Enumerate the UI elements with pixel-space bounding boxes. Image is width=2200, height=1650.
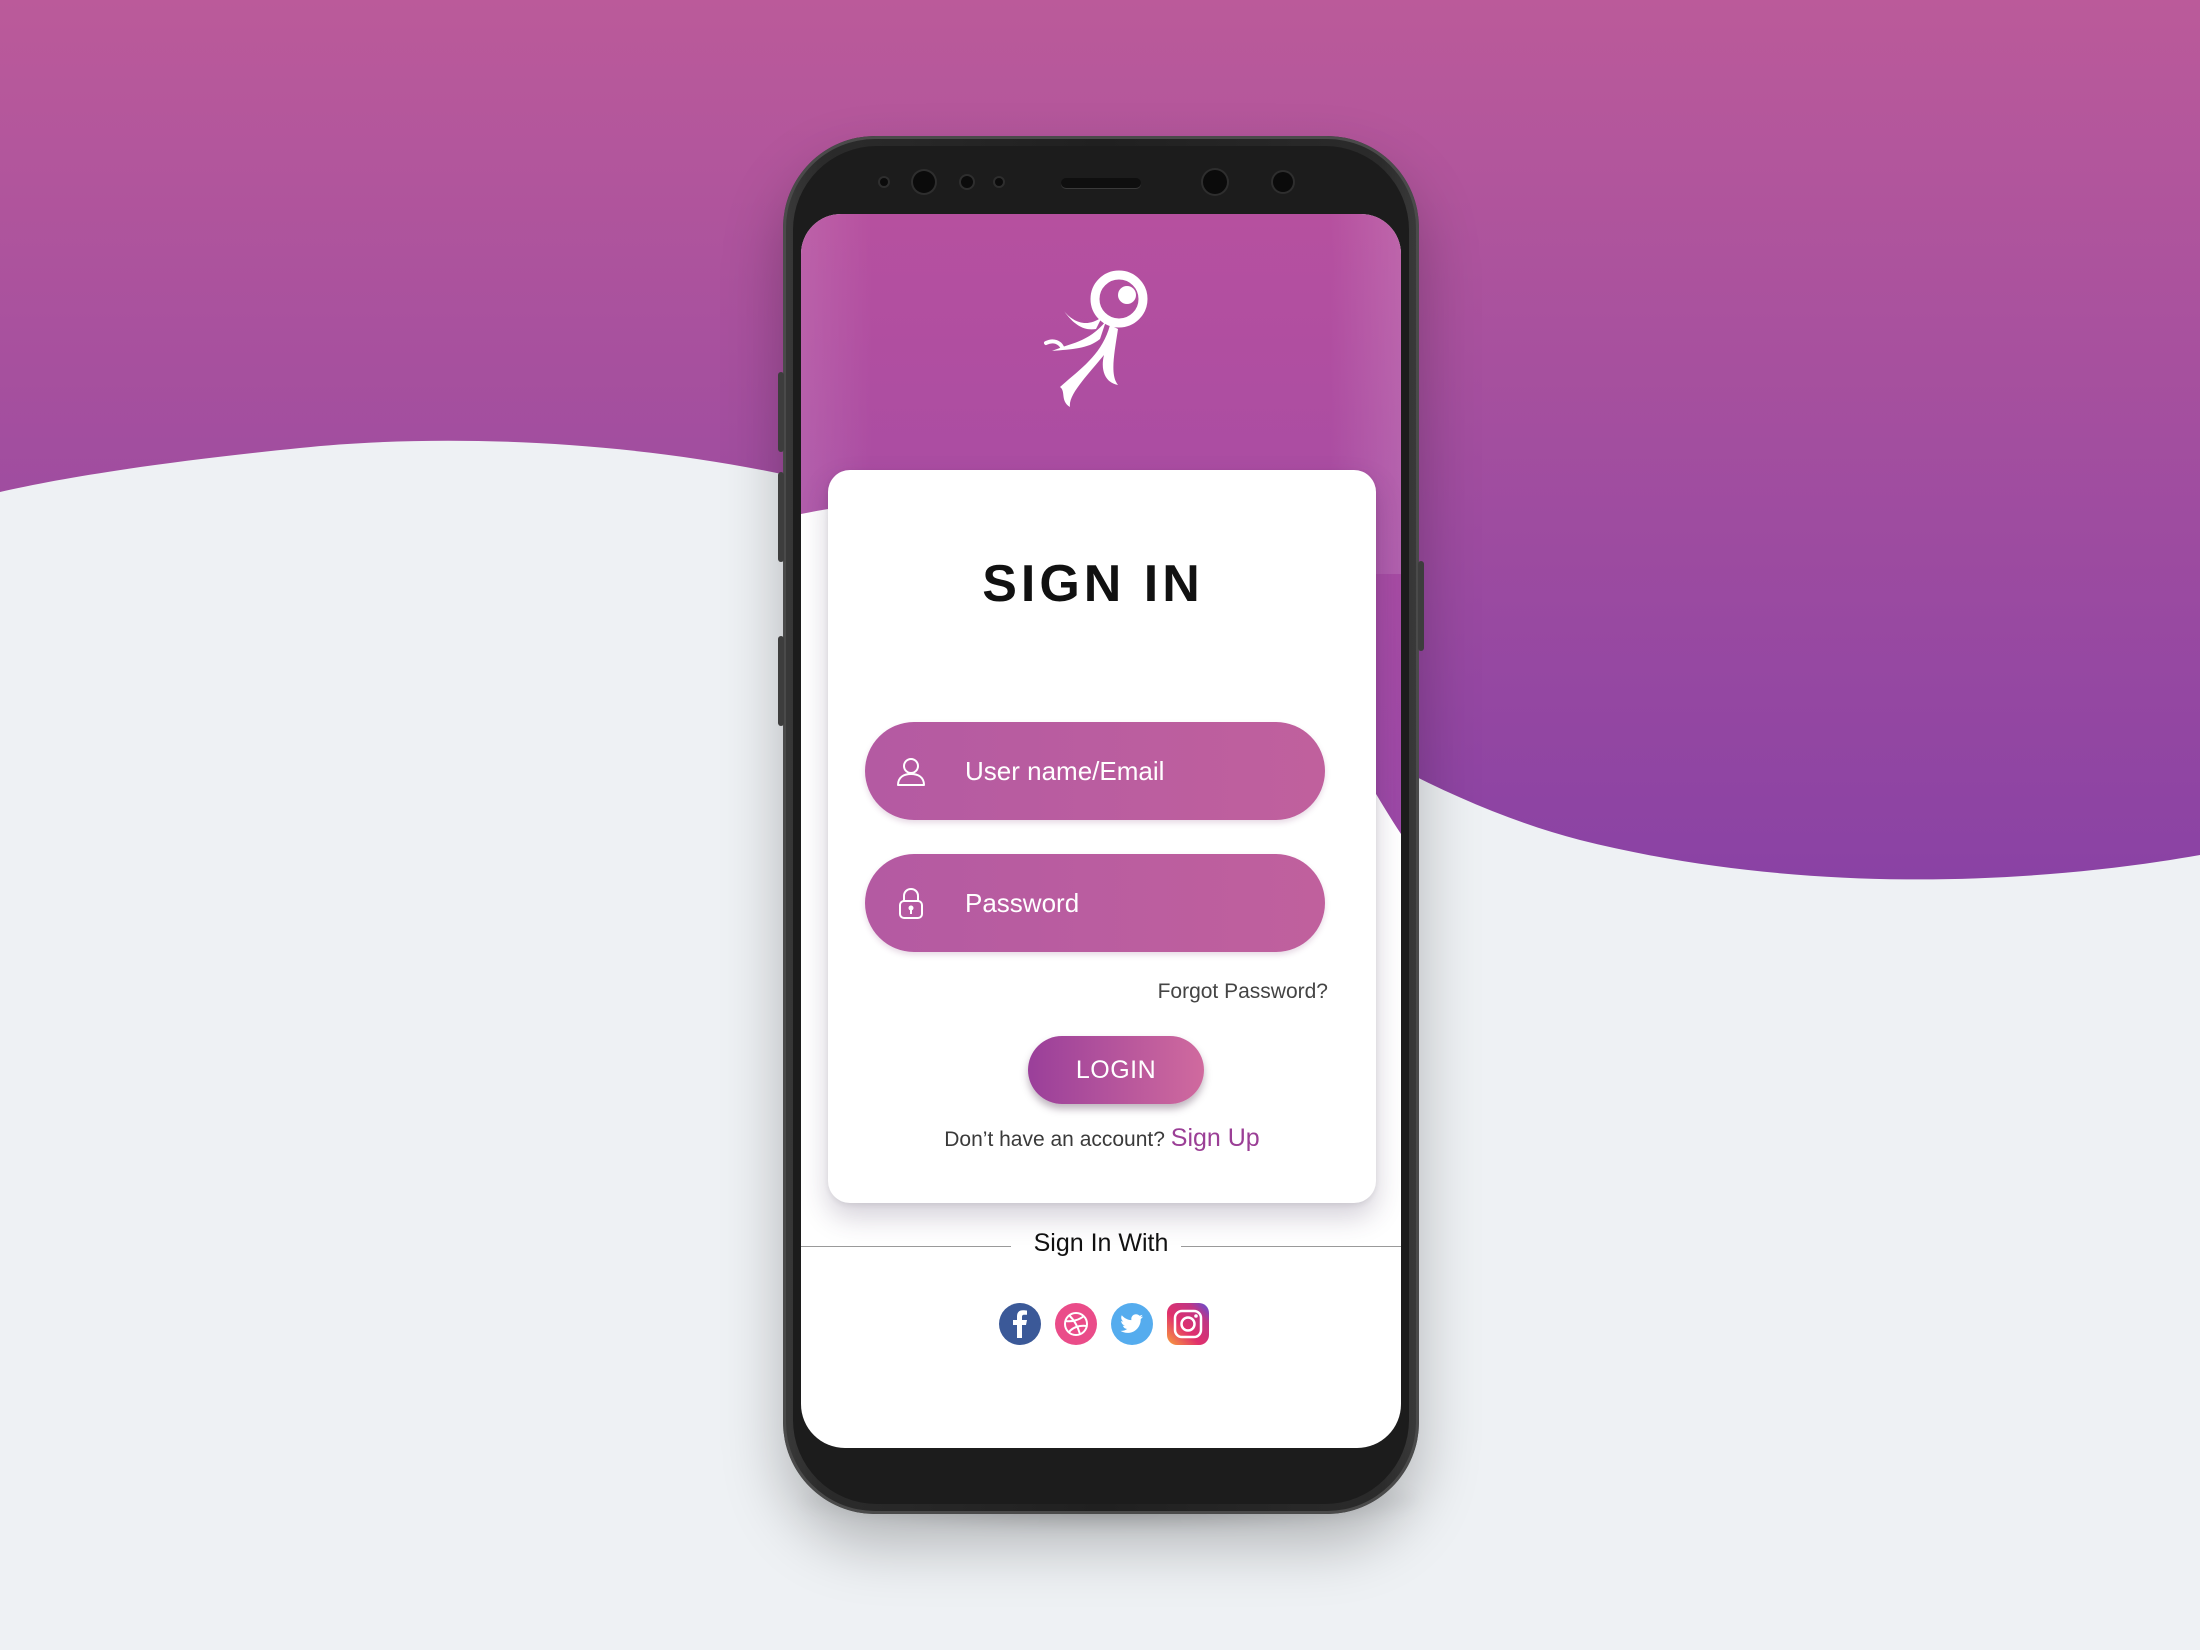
twitter-icon[interactable] bbox=[1110, 1302, 1154, 1346]
phone-speaker bbox=[1061, 178, 1141, 188]
dribbble-icon[interactable] bbox=[1054, 1302, 1098, 1346]
phone-volume-button bbox=[778, 372, 784, 452]
phone-sensor bbox=[961, 176, 973, 188]
sign-in-with-label: Sign In With bbox=[1033, 1229, 1169, 1257]
phone-sensor bbox=[995, 178, 1003, 186]
facebook-icon[interactable] bbox=[998, 1302, 1042, 1346]
phone-volume-button bbox=[778, 472, 784, 562]
password-input[interactable] bbox=[965, 854, 1305, 952]
lock-icon bbox=[899, 887, 923, 919]
phone-sensor bbox=[1273, 172, 1293, 192]
username-input[interactable] bbox=[965, 722, 1305, 820]
phone-sensor bbox=[880, 178, 888, 186]
divider-right bbox=[1181, 1246, 1401, 1247]
divider-left bbox=[801, 1246, 1011, 1247]
login-button[interactable]: LOGIN bbox=[1028, 1036, 1204, 1104]
signin-card: SIGN IN Forgot Password? LOGIN bbox=[828, 470, 1376, 1203]
username-field[interactable] bbox=[865, 722, 1325, 820]
user-icon bbox=[897, 758, 925, 786]
phone-front-camera bbox=[913, 171, 935, 193]
app-screen: SIGN IN Forgot Password? LOGIN bbox=[801, 214, 1401, 1448]
password-field[interactable] bbox=[865, 854, 1325, 952]
signup-link[interactable]: Sign Up bbox=[1171, 1124, 1260, 1152]
forgot-password-link[interactable]: Forgot Password? bbox=[1128, 980, 1328, 1004]
phone-frame: SIGN IN Forgot Password? LOGIN bbox=[778, 136, 1424, 1514]
phone-bixby-button bbox=[778, 636, 784, 726]
phone-iris-scanner bbox=[1203, 170, 1227, 194]
instagram-icon[interactable] bbox=[1166, 1302, 1210, 1346]
signup-row: Don’t have an account? Sign Up bbox=[828, 1124, 1376, 1153]
octopus-logo-icon bbox=[1044, 270, 1148, 407]
phone-power-button bbox=[1418, 561, 1424, 651]
signup-prompt: Don’t have an account? bbox=[944, 1128, 1165, 1151]
page-title: SIGN IN bbox=[982, 555, 1204, 613]
